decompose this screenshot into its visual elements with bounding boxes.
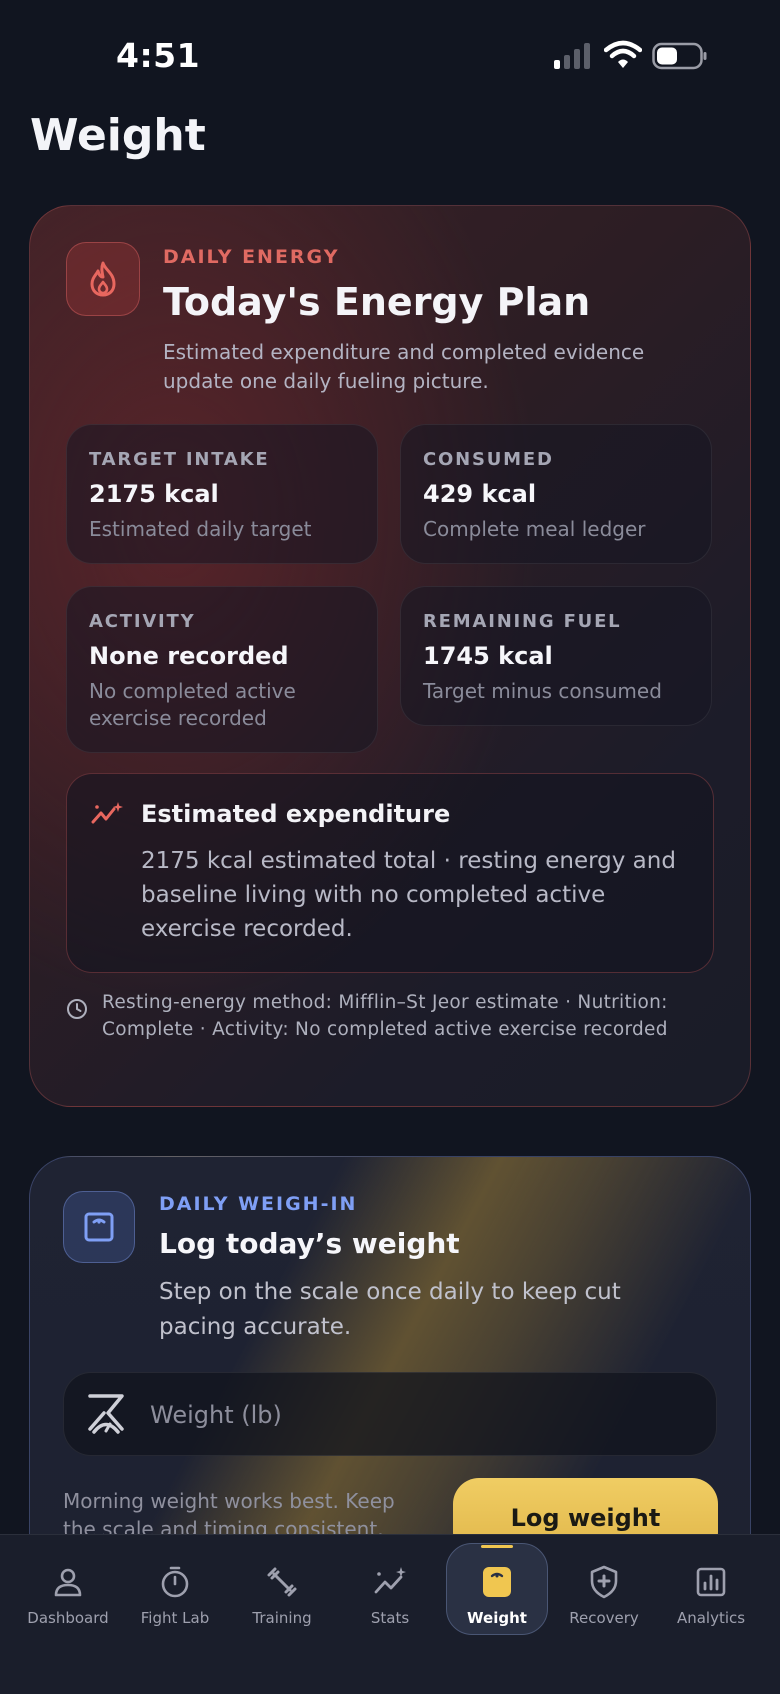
energy-card-subtitle: Estimated expenditure and completed evid…: [163, 340, 645, 393]
scale-icon: [483, 1567, 511, 1597]
stat-label: TARGET INTAKE: [89, 449, 270, 470]
sparkline-icon: [374, 1567, 406, 1594]
energy-plan-card: DAILY ENERGY Today's Energy Plan Estimat…: [29, 205, 751, 1107]
tab-label: Recovery: [569, 1609, 639, 1627]
trend-sparkle-icon: [91, 802, 123, 824]
hourglass-scale-icon: [88, 1394, 124, 1434]
energy-eyebrow: DAILY ENERGY: [163, 246, 340, 268]
status-bar: 4:51: [0, 0, 780, 110]
stat-note: Target minus consumed: [423, 679, 662, 703]
tab-label: Weight: [467, 1609, 527, 1627]
stat-value: 429 kcal: [423, 480, 537, 508]
dumbbell-icon: [267, 1567, 297, 1597]
page-title: Weight: [30, 110, 206, 161]
stopwatch-icon: [161, 1566, 189, 1598]
weigh-in-eyebrow: DAILY WEIGH-IN: [159, 1193, 358, 1215]
stat-value: None recorded: [89, 642, 289, 670]
stat-value: 1745 kcal: [423, 642, 553, 670]
weigh-in-title: Log today’s weight: [159, 1227, 460, 1260]
stat-label: ACTIVITY: [89, 611, 196, 632]
weight-input[interactable]: [150, 1373, 690, 1457]
estimated-expenditure-box: Estimated expenditure 2175 kcal estimate…: [66, 773, 714, 973]
stat-tile-consumed: CONSUMED 429 kcal Complete meal ledger: [400, 424, 712, 564]
expenditure-title: Estimated expenditure: [141, 800, 451, 828]
stat-label: CONSUMED: [423, 449, 554, 470]
tab-fight-lab[interactable]: Fight Lab: [121, 1535, 229, 1655]
stat-tile-target-intake: TARGET INTAKE 2175 kcal Estimated daily …: [66, 424, 378, 564]
weight-screen: 4:51 Weight DAILY ENERGY Today's Energy …: [0, 0, 780, 1694]
bottom-tab-bar: Dashboard Fight Lab Training Stats Weigh…: [0, 1534, 780, 1694]
tab-label: Stats: [370, 1609, 410, 1627]
stat-label: REMAINING FUEL: [423, 611, 622, 632]
tab-training[interactable]: Training: [228, 1535, 336, 1655]
tab-recovery[interactable]: Recovery: [550, 1535, 658, 1655]
stat-note: No completed active exercise recorded: [89, 679, 296, 730]
method-note-text: Resting-energy method: Mifflin–St Jeor e…: [102, 992, 668, 1040]
tab-label: Fight Lab: [140, 1609, 210, 1627]
tab-stats[interactable]: Stats: [336, 1535, 444, 1655]
tab-label: Analytics: [676, 1609, 746, 1627]
shield-plus-icon: [590, 1565, 618, 1599]
bar-chart-icon: [696, 1567, 726, 1597]
tab-label: Dashboard: [27, 1609, 109, 1627]
energy-card-title: Today's Energy Plan: [163, 280, 591, 324]
person-icon: [54, 1568, 82, 1597]
tab-weight[interactable]: Weight: [443, 1535, 551, 1655]
scale-badge: [63, 1191, 135, 1263]
stat-tile-remaining-fuel: REMAINING FUEL 1745 kcal Target minus co…: [400, 586, 712, 726]
stat-note: Complete meal ledger: [423, 517, 646, 541]
wifi-icon: [604, 40, 642, 68]
cellular-signal-icon: [554, 43, 590, 69]
status-time: 4:51: [116, 36, 201, 75]
tab-label: Training: [252, 1609, 312, 1627]
stat-note: Estimated daily target: [89, 517, 312, 541]
clock-icon: [67, 999, 87, 1019]
battery-icon: [652, 42, 707, 70]
tab-analytics[interactable]: Analytics: [657, 1535, 765, 1655]
stat-value: 2175 kcal: [89, 480, 219, 508]
weigh-in-subtitle: Step on the scale once daily to keep cut…: [159, 1279, 621, 1340]
tab-dashboard[interactable]: Dashboard: [14, 1535, 122, 1655]
scale-icon: [84, 1212, 114, 1242]
expenditure-text: 2175 kcal estimated total · resting ener…: [141, 848, 676, 942]
flame-icon: [90, 261, 116, 297]
stat-tile-activity: ACTIVITY None recorded No completed acti…: [66, 586, 378, 753]
flame-badge: [66, 242, 140, 316]
weight-input-container[interactable]: [63, 1372, 717, 1457]
